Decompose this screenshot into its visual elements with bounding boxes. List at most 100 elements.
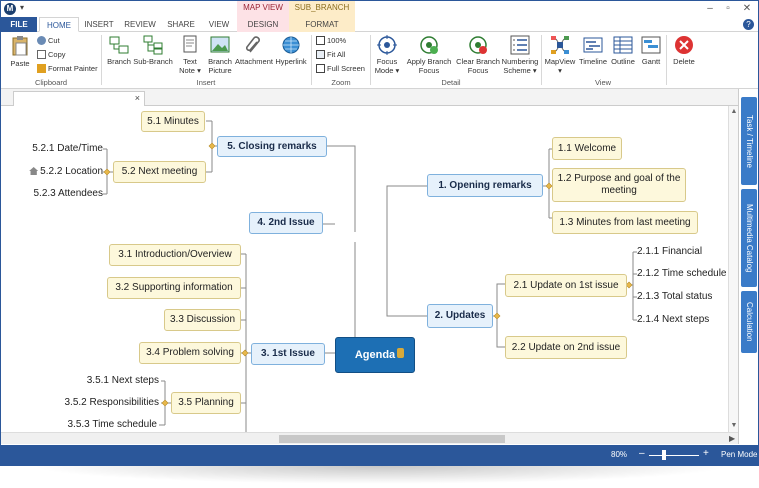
zoom-100-label: 100% <box>327 36 347 45</box>
horizontal-scroll-thumb[interactable] <box>279 435 505 443</box>
node-introduction[interactable]: 3.1 Introduction/Overview <box>109 244 241 266</box>
node-attendees[interactable]: 5.2.3 Attendees <box>21 188 103 200</box>
paste-button[interactable]: Paste <box>7 35 33 68</box>
cut-label: Cut <box>48 36 60 45</box>
node-date-time[interactable]: 5.2.1 Date/Time <box>23 143 103 155</box>
node-planning[interactable]: 3.5 Planning <box>171 392 241 414</box>
vertical-scrollbar[interactable]: ▲ ▼ <box>728 106 738 432</box>
node-location[interactable]: 5.2.2 Location <box>19 166 103 178</box>
node-total-status[interactable]: 2.1.3 Total status <box>637 291 725 303</box>
apply-branch-focus-button[interactable]: Apply Branch Focus <box>405 35 453 75</box>
side-tab-calculation[interactable]: Calculation <box>741 291 757 353</box>
node-problem-solving[interactable]: 3.4 Problem solving <box>139 342 241 364</box>
group-label-detail: Detail <box>441 78 461 87</box>
node-minutes[interactable]: 5.1 Minutes <box>141 111 205 132</box>
zoom-out-icon[interactable]: – <box>639 448 645 459</box>
sub-branch-label: Sub-Branch <box>133 57 173 66</box>
node-discussion[interactable]: 3.3 Discussion <box>164 309 241 331</box>
title-bar: M ▾ MAP VIEW SUB_BRANCH – ▫ ✕ <box>1 1 758 17</box>
node-time-schedule[interactable]: 3.5.3 Time schedule <box>53 419 158 431</box>
quick-access-dropdown-icon[interactable]: ▾ <box>20 3 24 12</box>
clear-branch-focus-button[interactable]: Clear Branch Focus <box>454 35 502 75</box>
node-update-1st-issue[interactable]: 2.1 Update on 1st issue <box>505 274 627 297</box>
node-2nd-issue[interactable]: 4. 2nd Issue <box>249 212 323 234</box>
mapview-button[interactable]: MapView ▾ <box>543 35 577 75</box>
copy-button[interactable]: Copy <box>37 49 66 60</box>
cut-button[interactable]: Cut <box>37 35 60 46</box>
hyperlink-button[interactable]: Hyperlink <box>273 35 309 66</box>
node-minutes-last-meeting[interactable]: 1.3 Minutes from last meeting <box>552 211 698 234</box>
outline-button[interactable]: Outline <box>608 35 638 66</box>
center-topic-label: Agenda <box>354 349 396 361</box>
scroll-right-icon[interactable]: ▶ <box>729 434 735 443</box>
node-next-meeting[interactable]: 5.2 Next meeting <box>113 161 206 183</box>
group-label-view: View <box>594 78 612 87</box>
node-purpose[interactable]: 1.2 Purpose and goal of the meeting <box>552 168 686 202</box>
paperclip-icon <box>245 36 260 53</box>
node-closing-remarks[interactable]: 5. Closing remarks <box>217 136 327 157</box>
copy-icon <box>37 50 46 59</box>
timeline-label: Timeline <box>578 57 608 66</box>
sub-branch-button[interactable]: Sub-Branch <box>133 35 173 66</box>
node-update-2nd-issue[interactable]: 2.2 Update on 2nd issue <box>505 336 627 359</box>
node-responsibilities[interactable]: 3.5.2 Responsibilities <box>53 397 160 409</box>
help-icon[interactable]: ? <box>743 19 754 30</box>
focus-mode-button[interactable]: Focus Mode ▾ <box>372 35 402 75</box>
status-bar: 80% – + Pen Mode <box>1 445 758 465</box>
paste-label: Paste <box>10 59 30 68</box>
branch-button[interactable]: Branch <box>105 35 133 66</box>
delete-icon <box>675 36 693 54</box>
text-note-button[interactable]: Text Note ▾ <box>176 35 204 75</box>
tab-format[interactable]: FORMAT <box>289 17 355 32</box>
full-screen-button[interactable]: Full Screen <box>316 63 365 74</box>
horizontal-scrollbar[interactable]: ▶ <box>1 432 738 444</box>
group-label-insert: Insert <box>196 78 216 87</box>
node-update-next-steps[interactable]: 2.1.4 Next steps <box>637 314 725 326</box>
node-welcome[interactable]: 1.1 Welcome <box>552 137 622 160</box>
zoom-in-icon[interactable]: + <box>703 448 709 459</box>
node-1st-issue[interactable]: 3. 1st Issue <box>251 343 325 365</box>
app-logo-icon[interactable]: M <box>4 3 16 15</box>
side-tab-multimedia-catalog[interactable]: Multimedia Catalog <box>741 189 757 287</box>
timeline-button[interactable]: Timeline <box>577 35 609 66</box>
zoom-slider-track[interactable] <box>649 455 699 456</box>
branch-picture-button[interactable]: Branch Picture <box>205 35 235 75</box>
tab-view[interactable]: VIEW <box>201 17 237 32</box>
attachment-button[interactable]: Attachment <box>234 35 274 66</box>
format-painter-button[interactable]: Format Painter <box>37 63 98 74</box>
close-tab-icon[interactable]: × <box>135 93 140 103</box>
fit-all-button[interactable]: Fit All <box>316 49 345 60</box>
mapview-label: MapView <box>544 57 576 66</box>
node-update-time-schedule[interactable]: 2.1.2 Time schedule <box>637 268 729 280</box>
mind-map-canvas[interactable]: Agenda 5. Closing remarks 5.1 Minutes 5.… <box>1 106 738 432</box>
tab-insert[interactable]: INSERT <box>79 17 119 32</box>
zoom-100-button[interactable]: 100% <box>316 35 346 46</box>
pen-mode-toggle[interactable]: Pen Mode <box>721 450 757 459</box>
tab-share[interactable]: SHARE <box>161 17 201 32</box>
numbering-scheme-button[interactable]: Numbering Scheme ▾ <box>500 35 540 75</box>
minimize-button[interactable]: – <box>701 2 719 16</box>
close-window-button[interactable]: ✕ <box>738 2 756 16</box>
clear-focus-icon <box>469 36 487 54</box>
node-next-steps[interactable]: 3.5.1 Next steps <box>63 375 159 387</box>
gantt-label: Gantt <box>641 57 661 66</box>
side-tab-task-timeline[interactable]: Task / Timeline <box>741 97 757 185</box>
tab-file[interactable]: FILE <box>1 17 37 32</box>
gantt-button[interactable]: Gantt <box>638 35 664 66</box>
node-updates[interactable]: 2. Updates <box>427 304 493 328</box>
tab-design[interactable]: DESIGN <box>237 17 289 32</box>
delete-button[interactable]: Delete <box>669 35 699 66</box>
node-purpose-line1: 1.2 Purpose and goal of the <box>557 173 681 184</box>
tab-home[interactable]: HOME <box>39 17 79 32</box>
delete-label: Delete <box>673 57 695 66</box>
document-tab-strip: × <box>1 89 738 106</box>
node-financial[interactable]: 2.1.1 Financial <box>637 246 717 258</box>
branch-label: Branch <box>107 57 131 66</box>
zoom-slider-thumb[interactable] <box>662 450 666 460</box>
tab-review[interactable]: REVIEW <box>119 17 161 32</box>
focus-icon <box>377 35 397 55</box>
maximize-button[interactable]: ▫ <box>719 2 737 16</box>
node-opening-remarks[interactable]: 1. Opening remarks <box>427 174 543 197</box>
node-supporting-info[interactable]: 3.2 Supporting information <box>107 277 241 299</box>
document-tab[interactable]: × <box>13 91 145 106</box>
